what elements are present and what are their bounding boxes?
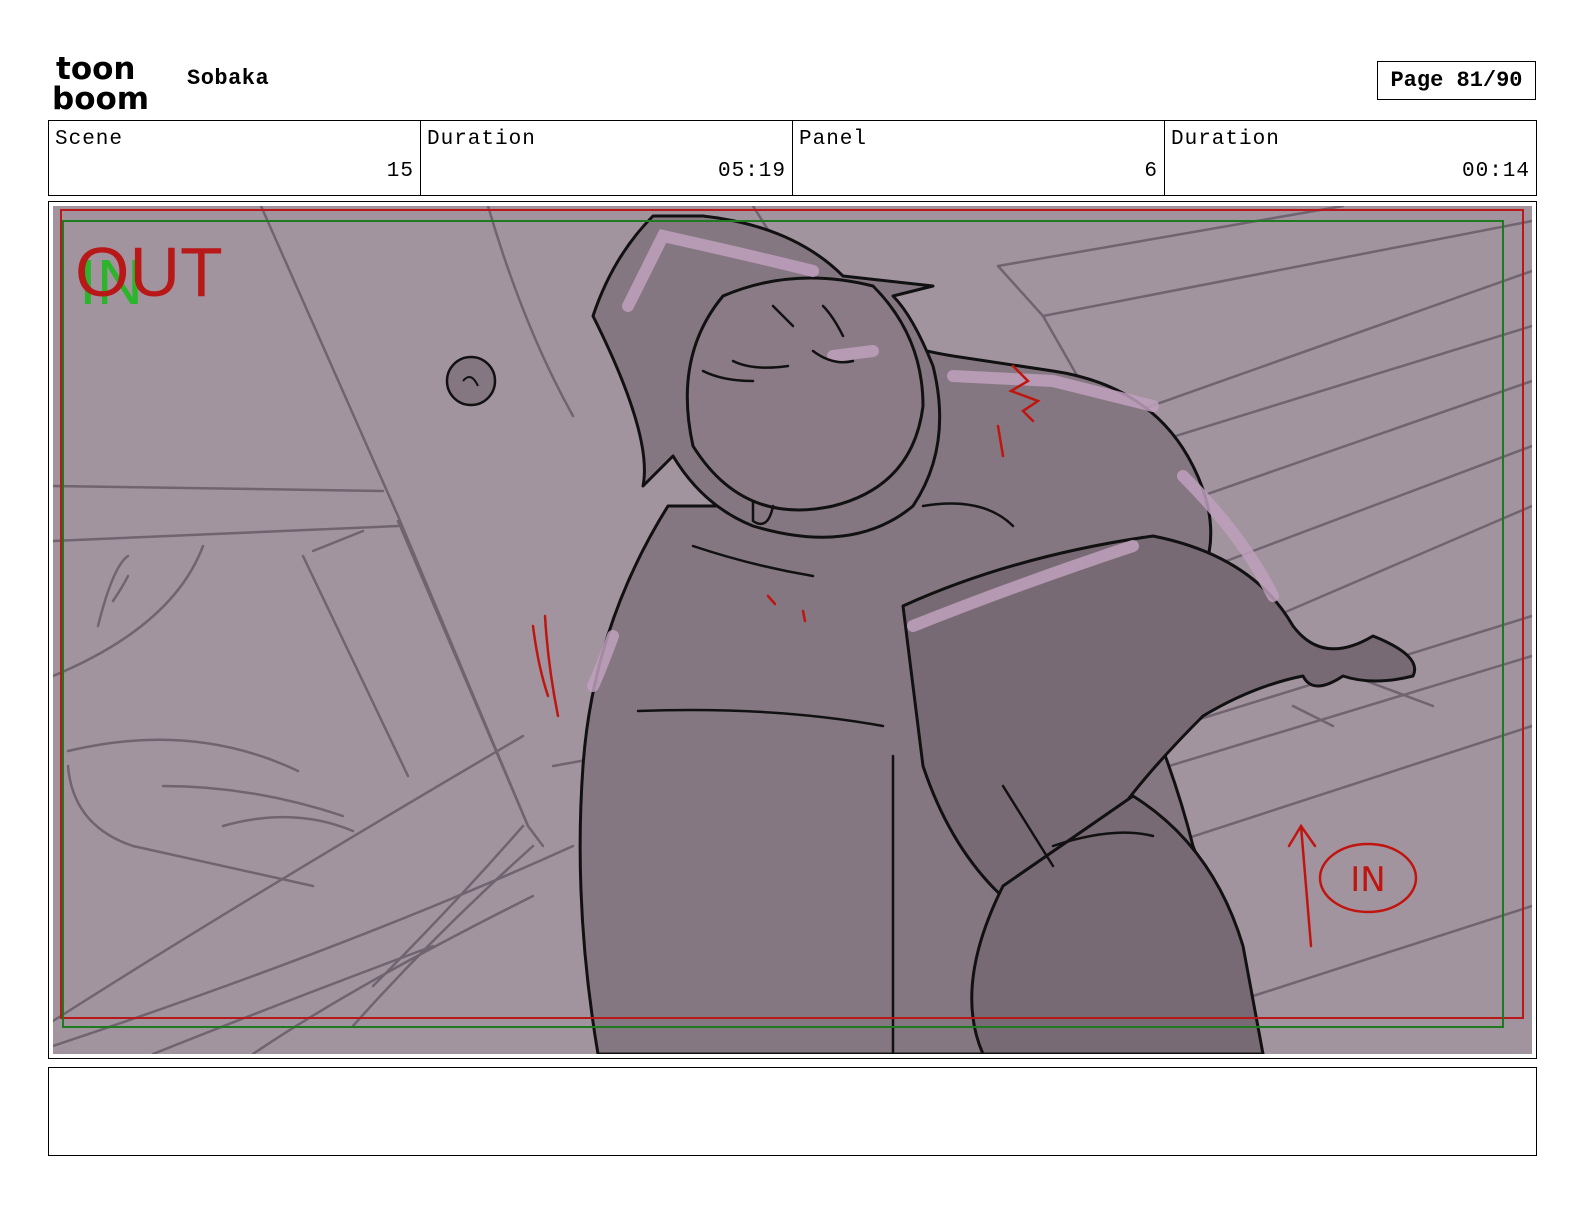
face-shape [685,276,925,512]
storyboard-panel: IN IN OUT [48,201,1537,1059]
panel-notes-box [48,1067,1537,1156]
scene-cell: Scene 15 [49,121,421,195]
scene-duration-value: 05:19 [717,160,786,183]
scene-duration-cell: Duration 05:19 [421,121,793,195]
project-title: Sobaka [187,66,270,91]
panel-value: 6 [1144,160,1158,183]
logo-bottom-text: boom [52,81,149,112]
panel-cell: Panel 6 [793,121,1165,195]
scene-value: 15 [386,160,414,183]
out-marker: OUT [75,233,223,311]
page-indicator: Page 81/90 [1377,61,1536,100]
panel-duration-value: 00:14 [1461,160,1530,183]
panel-duration-cell: Duration 00:14 [1165,121,1536,195]
scene-label: Scene [55,128,124,151]
scene-duration-label: Duration [427,128,536,151]
in-arrow-note: IN [1350,860,1385,900]
scene-info-table: Scene 15 Duration 05:19 Panel 6 Duration… [48,120,1537,196]
toonboom-logo: toon boom [52,52,149,112]
panel-duration-label: Duration [1171,128,1280,151]
panel-drawing: IN IN OUT [53,206,1532,1054]
panel-label: Panel [799,128,868,151]
head-bump [445,355,497,407]
